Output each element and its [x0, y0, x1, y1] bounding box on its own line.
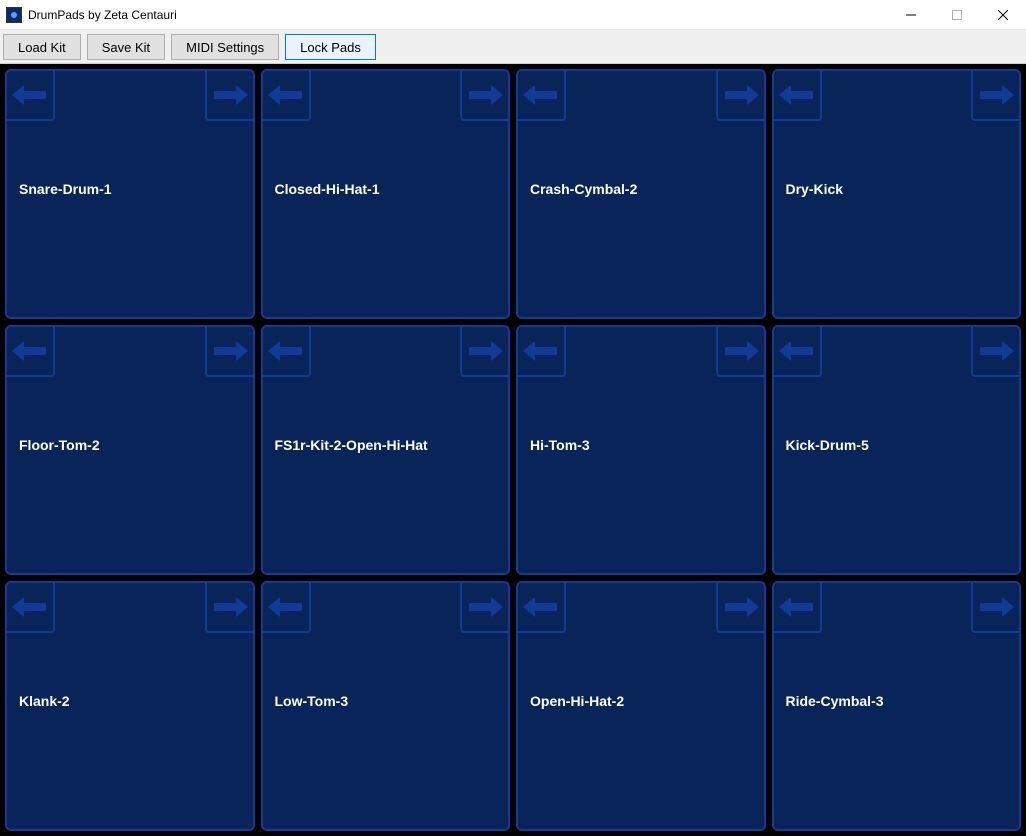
- pad-label: Dry-Kick: [786, 181, 844, 197]
- arrow-left-icon: [523, 85, 557, 105]
- arrow-left-icon: [779, 341, 813, 361]
- arrow-right-icon: [214, 597, 248, 617]
- pad-next-button[interactable]: [971, 327, 1021, 377]
- pad-grid: Snare-Drum-1 Closed-Hi-Hat-1 Crash-Cymba…: [0, 64, 1026, 836]
- arrow-right-icon: [725, 597, 759, 617]
- pad-next-button[interactable]: [205, 71, 255, 121]
- app-icon: [6, 7, 22, 23]
- drum-pad[interactable]: Klank-2: [5, 581, 255, 831]
- pad-next-button[interactable]: [716, 71, 766, 121]
- pad-next-button[interactable]: [460, 583, 510, 633]
- pad-label: FS1r-Kit-2-Open-Hi-Hat: [275, 437, 428, 453]
- arrow-left-icon: [12, 85, 46, 105]
- arrow-left-icon: [268, 341, 302, 361]
- pad-prev-button[interactable]: [261, 71, 311, 121]
- toolbar: Load Kit Save Kit MIDI Settings Lock Pad…: [0, 30, 1026, 64]
- arrow-left-icon: [268, 597, 302, 617]
- drum-pad[interactable]: Ride-Cymbal-3: [772, 581, 1022, 831]
- pad-prev-button[interactable]: [5, 583, 55, 633]
- arrow-right-icon: [214, 341, 248, 361]
- pad-prev-button[interactable]: [516, 583, 566, 633]
- drum-pad[interactable]: Open-Hi-Hat-2: [516, 581, 766, 831]
- maximize-button: [934, 0, 980, 30]
- arrow-left-icon: [523, 341, 557, 361]
- pad-label: Kick-Drum-5: [786, 437, 869, 453]
- load-kit-button[interactable]: Load Kit: [3, 34, 81, 60]
- pad-label: Klank-2: [19, 693, 70, 709]
- maximize-icon: [952, 10, 962, 20]
- pad-prev-button[interactable]: [5, 327, 55, 377]
- pad-label: Crash-Cymbal-2: [530, 181, 637, 197]
- pad-next-button[interactable]: [971, 583, 1021, 633]
- pad-prev-button[interactable]: [772, 327, 822, 377]
- pad-prev-button[interactable]: [772, 71, 822, 121]
- pad-prev-button[interactable]: [772, 583, 822, 633]
- arrow-right-icon: [980, 85, 1014, 105]
- pad-label: Low-Tom-3: [275, 693, 349, 709]
- pad-next-button[interactable]: [205, 583, 255, 633]
- drum-pad[interactable]: Floor-Tom-2: [5, 325, 255, 575]
- drum-pad[interactable]: Snare-Drum-1: [5, 69, 255, 319]
- drum-pad[interactable]: Crash-Cymbal-2: [516, 69, 766, 319]
- pad-prev-button[interactable]: [516, 327, 566, 377]
- pad-next-button[interactable]: [716, 583, 766, 633]
- arrow-right-icon: [725, 341, 759, 361]
- pad-next-button[interactable]: [971, 71, 1021, 121]
- arrow-left-icon: [523, 597, 557, 617]
- arrow-right-icon: [469, 85, 503, 105]
- pad-next-button[interactable]: [460, 71, 510, 121]
- drum-pad[interactable]: Dry-Kick: [772, 69, 1022, 319]
- close-icon: [998, 10, 1008, 20]
- arrow-right-icon: [980, 597, 1014, 617]
- pad-prev-button[interactable]: [261, 327, 311, 377]
- window-controls: [888, 0, 1026, 30]
- arrow-right-icon: [469, 597, 503, 617]
- pad-next-button[interactable]: [460, 327, 510, 377]
- arrow-right-icon: [980, 341, 1014, 361]
- window-title: DrumPads by Zeta Centauri: [28, 8, 177, 22]
- drum-pad[interactable]: Hi-Tom-3: [516, 325, 766, 575]
- pad-prev-button[interactable]: [261, 583, 311, 633]
- minimize-button[interactable]: [888, 0, 934, 30]
- drum-pad[interactable]: FS1r-Kit-2-Open-Hi-Hat: [261, 325, 511, 575]
- arrow-right-icon: [214, 85, 248, 105]
- arrow-left-icon: [779, 85, 813, 105]
- arrow-right-icon: [725, 85, 759, 105]
- arrow-left-icon: [12, 341, 46, 361]
- arrow-right-icon: [469, 341, 503, 361]
- pad-label: Closed-Hi-Hat-1: [275, 181, 380, 197]
- pad-label: Floor-Tom-2: [19, 437, 100, 453]
- minimize-icon: [906, 10, 916, 20]
- save-kit-button[interactable]: Save Kit: [87, 34, 165, 60]
- close-button[interactable]: [980, 0, 1026, 30]
- drum-pad[interactable]: Kick-Drum-5: [772, 325, 1022, 575]
- midi-settings-button[interactable]: MIDI Settings: [171, 34, 279, 60]
- pad-next-button[interactable]: [205, 327, 255, 377]
- arrow-left-icon: [779, 597, 813, 617]
- pad-label: Snare-Drum-1: [19, 181, 112, 197]
- pad-label: Ride-Cymbal-3: [786, 693, 884, 709]
- pad-prev-button[interactable]: [516, 71, 566, 121]
- pad-prev-button[interactable]: [5, 71, 55, 121]
- pad-next-button[interactable]: [716, 327, 766, 377]
- arrow-left-icon: [12, 597, 46, 617]
- lock-pads-button[interactable]: Lock Pads: [285, 34, 376, 60]
- pad-label: Open-Hi-Hat-2: [530, 693, 624, 709]
- drum-pad[interactable]: Closed-Hi-Hat-1: [261, 69, 511, 319]
- drum-pad[interactable]: Low-Tom-3: [261, 581, 511, 831]
- title-bar: DrumPads by Zeta Centauri: [0, 0, 1026, 30]
- arrow-left-icon: [268, 85, 302, 105]
- pad-label: Hi-Tom-3: [530, 437, 590, 453]
